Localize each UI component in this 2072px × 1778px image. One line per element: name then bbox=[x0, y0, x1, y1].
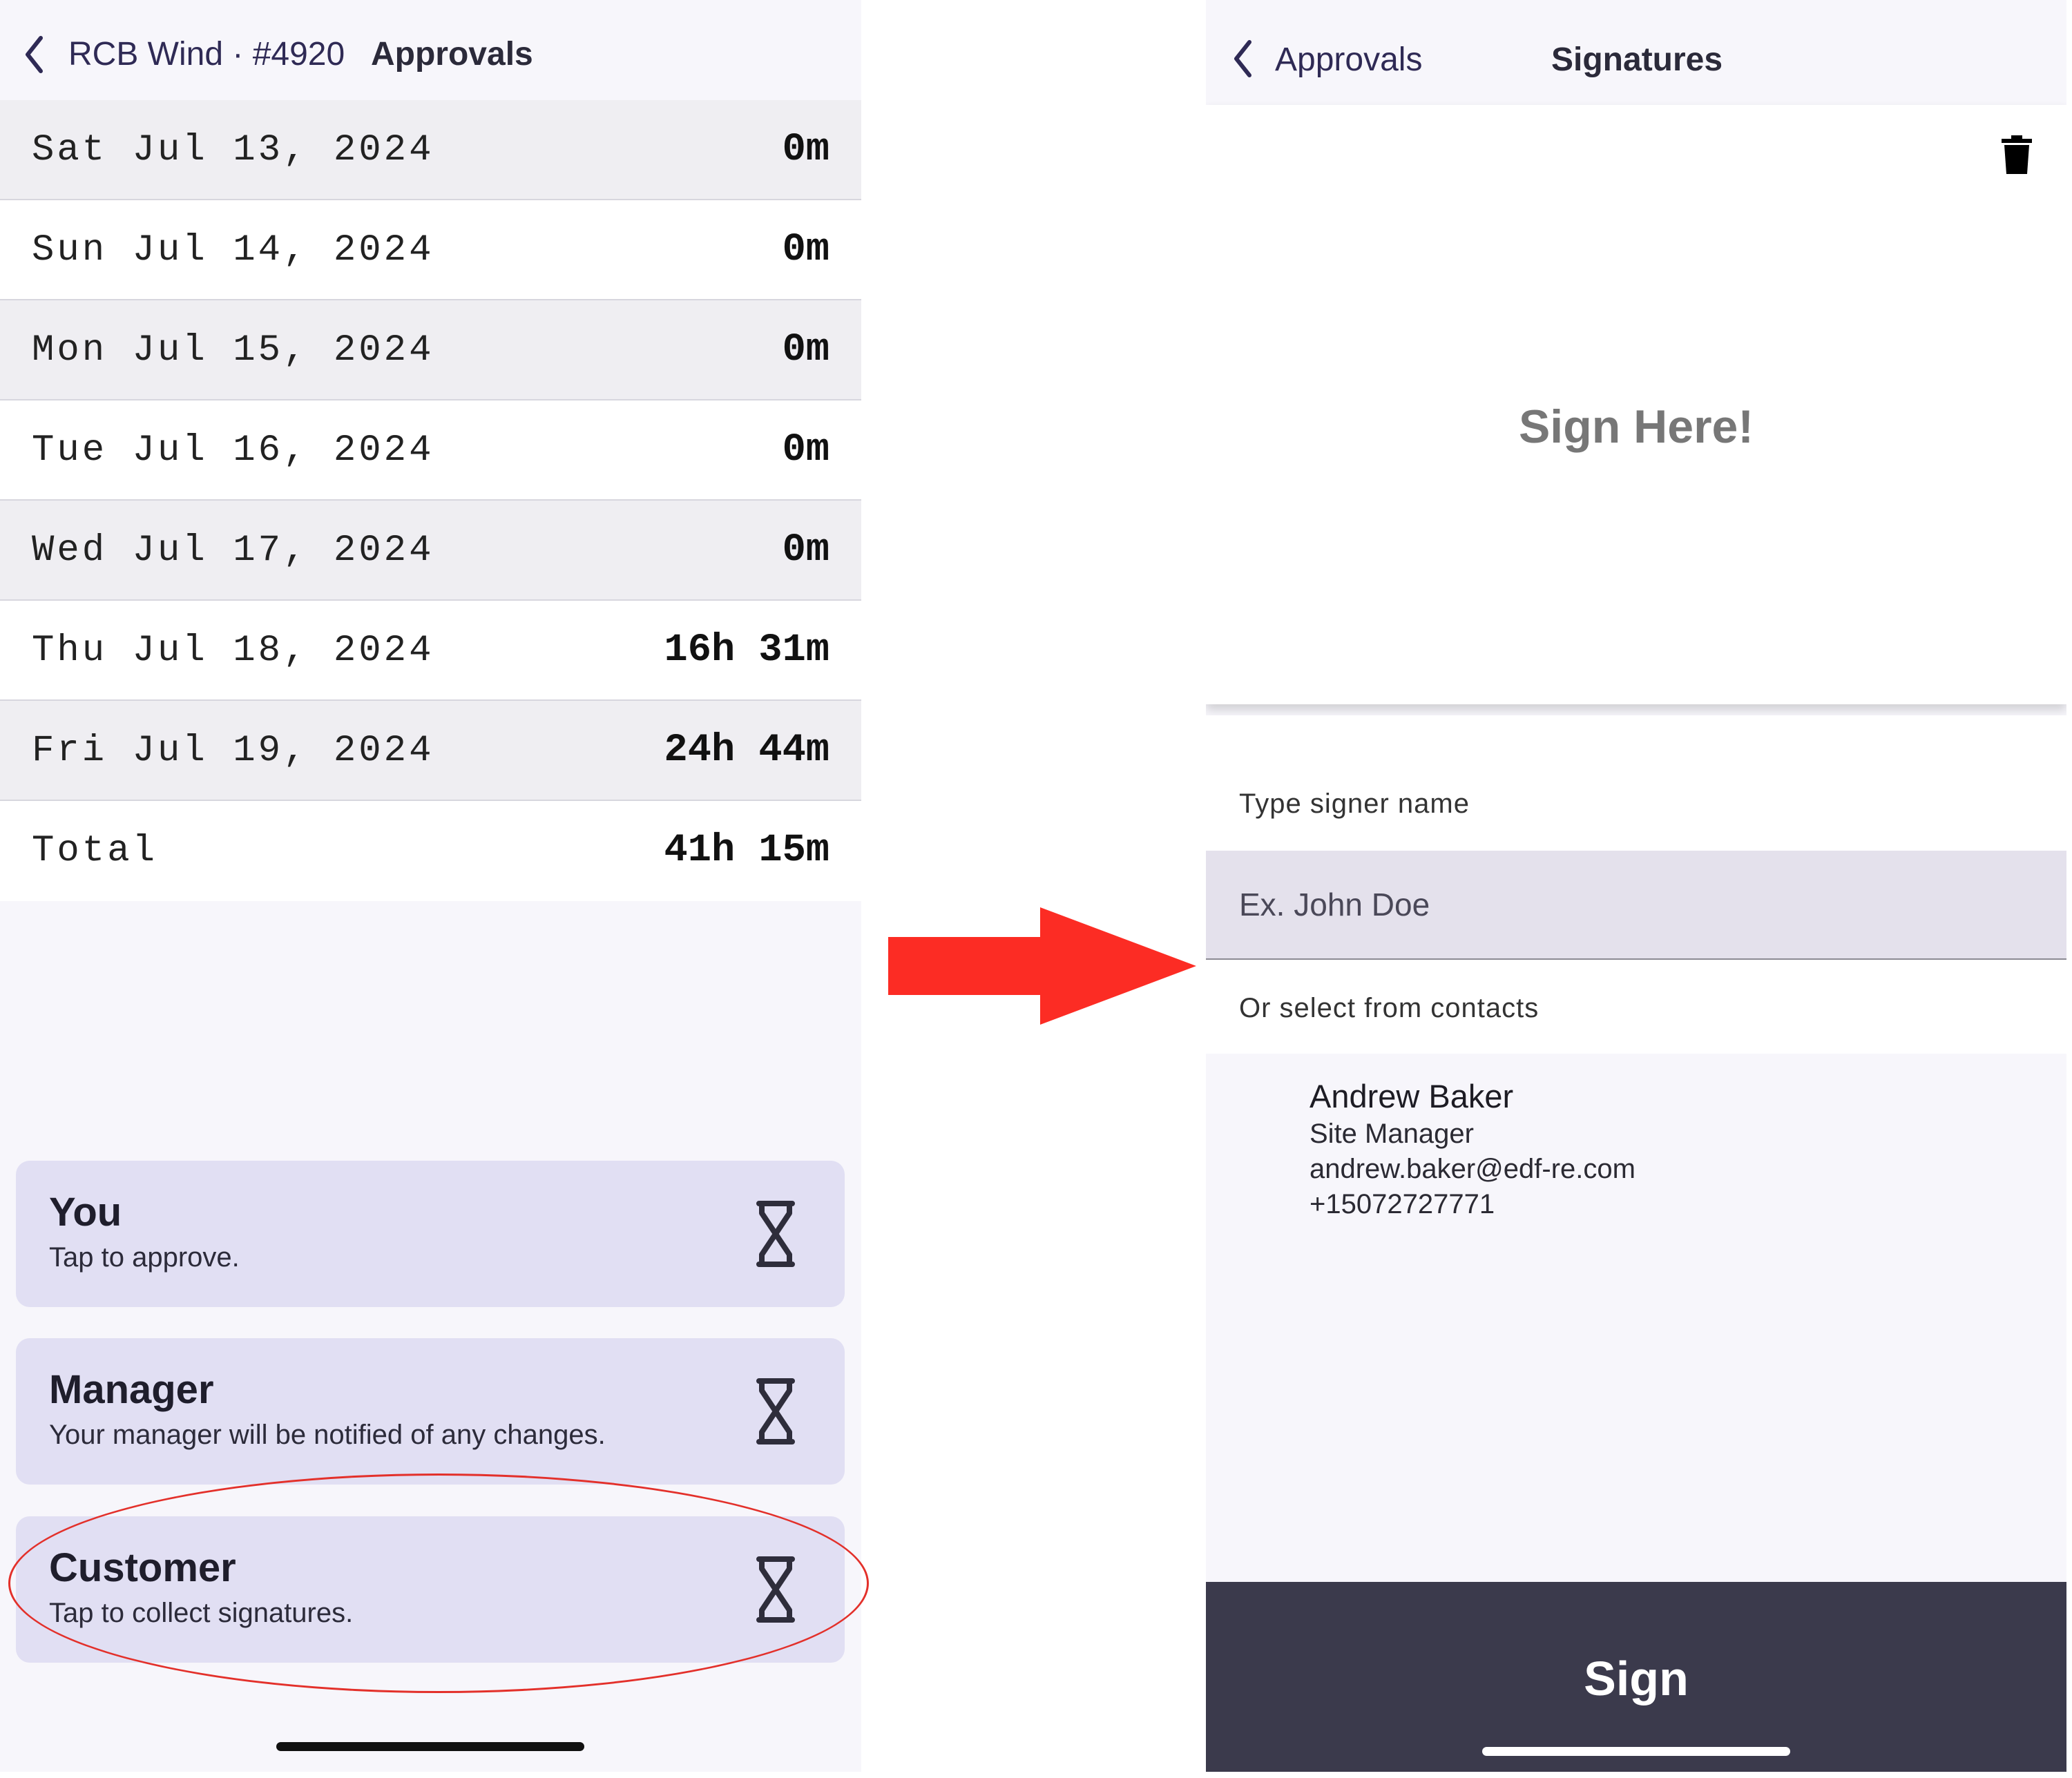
day-date: Sun Jul 14, 2024 bbox=[32, 229, 434, 271]
chevron-left-icon[interactable] bbox=[23, 35, 44, 75]
total-label: Total bbox=[32, 830, 158, 872]
approver-subtitle: Your manager will be notified of any cha… bbox=[49, 1420, 606, 1450]
total-duration: 41h 15m bbox=[664, 829, 829, 873]
day-date: Sat Jul 13, 2024 bbox=[32, 129, 434, 171]
sign-button-label: Sign bbox=[1584, 1652, 1689, 1705]
page-title: Signatures bbox=[1551, 41, 1723, 78]
approver-title: You bbox=[49, 1190, 122, 1235]
day-date: Mon Jul 15, 2024 bbox=[32, 329, 434, 371]
signatures-screen: Approvals Signatures Sign Here! Type sig… bbox=[1206, 0, 2066, 1772]
day-date: Thu Jul 18, 2024 bbox=[32, 630, 434, 672]
nav-bar: RCB Wind · #4920 Approvals bbox=[0, 0, 861, 100]
page-title: Approvals bbox=[371, 36, 533, 73]
day-row[interactable]: Fri Jul 19, 2024 24h 44m bbox=[0, 701, 861, 801]
approver-card-manager[interactable]: Manager Your manager will be notified of… bbox=[16, 1338, 845, 1485]
signature-hint: Sign Here! bbox=[1518, 400, 1754, 453]
contact-role: Site Manager bbox=[1310, 1119, 1474, 1149]
day-duration: 0m bbox=[782, 128, 829, 172]
day-duration: 0m bbox=[782, 328, 829, 372]
contact-item[interactable]: Andrew Baker Site Manager andrew.baker@e… bbox=[1310, 1080, 1635, 1218]
contact-name: Andrew Baker bbox=[1310, 1078, 1514, 1114]
approver-subtitle: Tap to approve. bbox=[49, 1242, 240, 1273]
day-duration: 0m bbox=[782, 228, 829, 272]
hourglass-icon bbox=[756, 1201, 795, 1267]
day-date: Fri Jul 19, 2024 bbox=[32, 730, 434, 772]
signer-name-label: Type signer name bbox=[1239, 789, 1470, 819]
day-duration: 24h 44m bbox=[664, 728, 829, 773]
signer-name-input[interactable] bbox=[1206, 851, 2066, 960]
home-indicator bbox=[1482, 1747, 1790, 1756]
day-row[interactable]: Tue Jul 16, 2024 0m bbox=[0, 400, 861, 501]
contact-email: andrew.baker@edf-re.com bbox=[1310, 1154, 1635, 1184]
day-row[interactable]: Sun Jul 14, 2024 0m bbox=[0, 200, 861, 300]
nav-bar: Approvals Signatures bbox=[1206, 0, 2066, 105]
day-row[interactable]: Thu Jul 18, 2024 16h 31m bbox=[0, 601, 861, 701]
day-row[interactable]: Wed Jul 17, 2024 0m bbox=[0, 501, 861, 601]
back-link[interactable]: RCB Wind · #4920 bbox=[68, 38, 345, 71]
chevron-left-icon[interactable] bbox=[1232, 39, 1253, 79]
approver-title: Manager bbox=[49, 1367, 214, 1412]
home-indicator bbox=[276, 1742, 584, 1751]
day-date: Tue Jul 16, 2024 bbox=[32, 429, 434, 472]
day-row[interactable]: Sat Jul 13, 2024 0m bbox=[0, 100, 861, 200]
highlight-ellipse bbox=[8, 1473, 869, 1693]
contact-phone: +15072727771 bbox=[1310, 1189, 1495, 1219]
day-duration: 0m bbox=[782, 528, 829, 572]
signature-pad[interactable]: Sign Here! bbox=[1206, 105, 2066, 704]
approver-card-you[interactable]: You Tap to approve. bbox=[16, 1161, 845, 1307]
contacts-label-box: Or select from contacts bbox=[1206, 960, 2066, 1054]
trash-icon[interactable] bbox=[2002, 135, 2032, 174]
contacts-label: Or select from contacts bbox=[1239, 993, 1539, 1023]
day-duration: 16h 31m bbox=[664, 628, 829, 673]
hourglass-icon bbox=[756, 1378, 795, 1444]
day-row[interactable]: Mon Jul 15, 2024 0m bbox=[0, 300, 861, 400]
arrow-right-icon bbox=[888, 907, 1196, 1025]
day-date: Wed Jul 17, 2024 bbox=[32, 530, 434, 572]
total-row: Total 41h 15m bbox=[0, 801, 861, 901]
day-duration: 0m bbox=[782, 428, 829, 472]
signer-label-box: Type signer name bbox=[1206, 715, 2066, 851]
sign-button[interactable]: Sign bbox=[1206, 1582, 2066, 1772]
back-link[interactable]: Approvals bbox=[1275, 44, 1422, 77]
